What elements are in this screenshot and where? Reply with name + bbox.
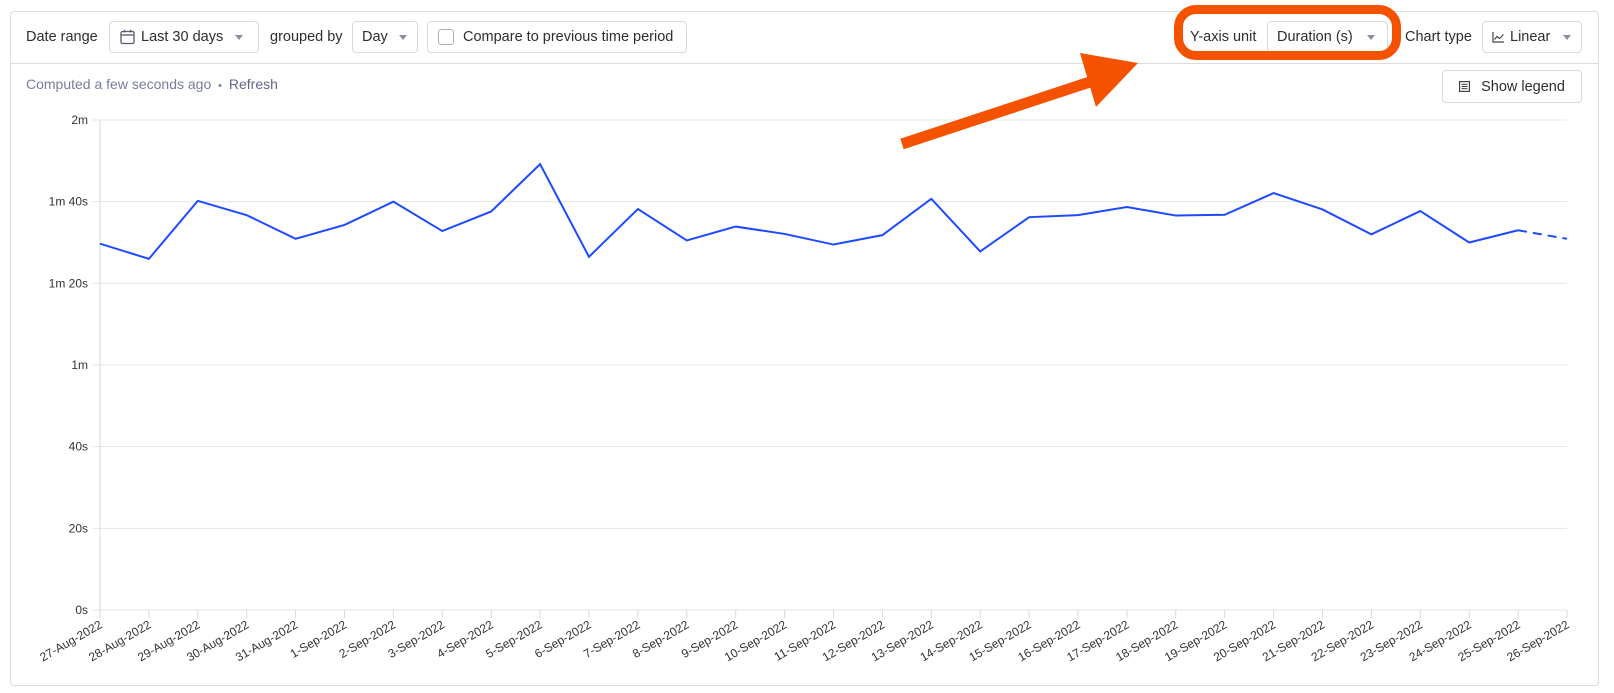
data-point[interactable] bbox=[1268, 187, 1280, 199]
y-tick-label: 0s bbox=[75, 603, 88, 617]
data-point[interactable] bbox=[1561, 233, 1573, 245]
data-point[interactable] bbox=[730, 221, 742, 233]
line-chart: 0s 20s 40s 1m 1m 20s 1m 40s 2m 27-Aug-202228-A… bbox=[37, 113, 1573, 664]
data-point[interactable] bbox=[241, 209, 253, 221]
data-point[interactable] bbox=[681, 234, 693, 246]
data-point[interactable] bbox=[290, 233, 302, 245]
y-tick-label: 1m 20s bbox=[49, 276, 88, 290]
data-point[interactable] bbox=[1365, 228, 1377, 240]
data-point[interactable] bbox=[1121, 201, 1133, 213]
y-tick-label: 1m 40s bbox=[49, 195, 88, 209]
data-point[interactable] bbox=[1219, 209, 1231, 221]
data-point[interactable] bbox=[387, 196, 399, 208]
y-tick-label: 20s bbox=[69, 521, 88, 535]
series-layer bbox=[94, 158, 1573, 265]
y-tick-label: 1m bbox=[71, 358, 88, 372]
data-point[interactable] bbox=[534, 158, 546, 170]
data-point[interactable] bbox=[436, 225, 448, 237]
data-point[interactable] bbox=[192, 195, 204, 207]
data-point[interactable] bbox=[1414, 205, 1426, 217]
data-point[interactable] bbox=[1317, 203, 1329, 215]
data-point[interactable] bbox=[1463, 237, 1475, 249]
y-tick-label: 2m bbox=[71, 113, 88, 127]
data-point[interactable] bbox=[974, 245, 986, 257]
data-point[interactable] bbox=[779, 228, 791, 240]
series-line-incomplete bbox=[1517, 229, 1568, 240]
data-point[interactable] bbox=[632, 203, 644, 215]
data-point[interactable] bbox=[828, 239, 840, 251]
data-point[interactable] bbox=[339, 219, 351, 231]
data-point[interactable] bbox=[1170, 210, 1182, 222]
data-point[interactable] bbox=[1023, 211, 1035, 223]
data-point[interactable] bbox=[583, 251, 595, 263]
data-point[interactable] bbox=[485, 205, 497, 217]
y-tick-label: 40s bbox=[69, 440, 88, 454]
data-point[interactable] bbox=[143, 253, 155, 265]
data-point[interactable] bbox=[1072, 209, 1084, 221]
gridlines bbox=[92, 119, 1567, 611]
data-point[interactable] bbox=[925, 193, 937, 205]
x-axis: 27-Aug-202228-Aug-202229-Aug-202230-Aug-… bbox=[37, 610, 1572, 664]
data-point[interactable] bbox=[876, 229, 888, 241]
series-line bbox=[99, 162, 1519, 260]
data-point[interactable] bbox=[94, 238, 106, 250]
data-point[interactable] bbox=[1512, 224, 1524, 236]
